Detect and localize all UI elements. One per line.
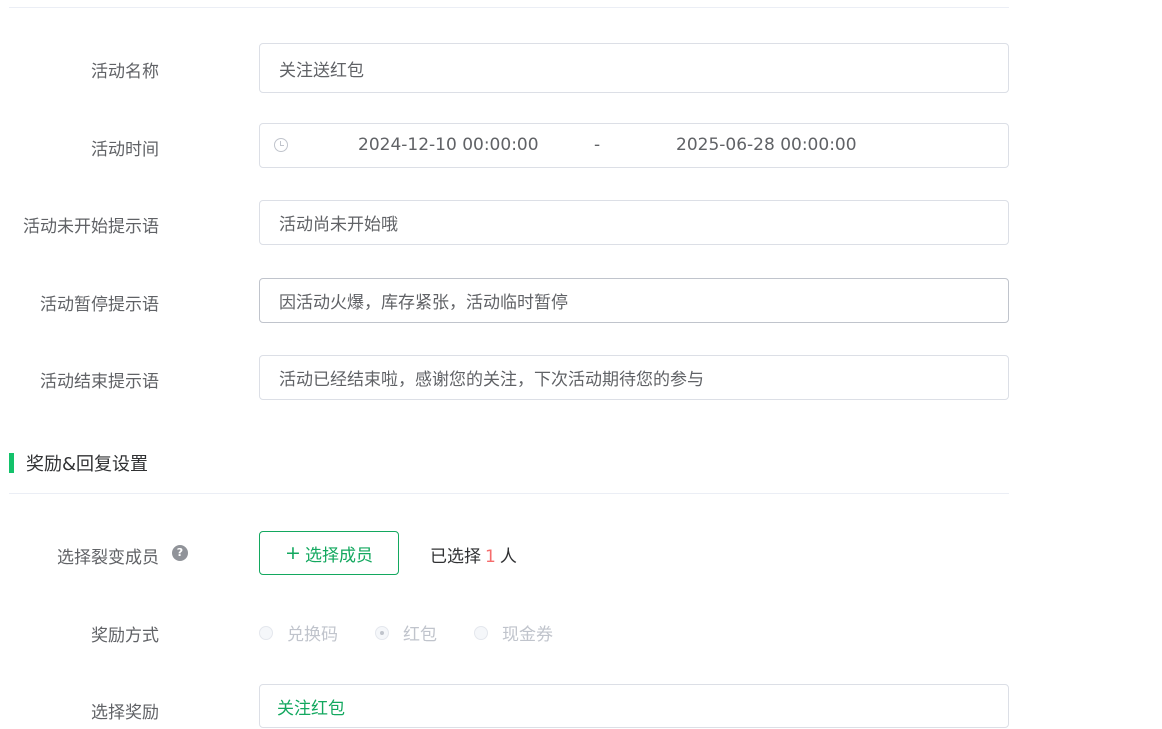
selected-prefix: 已选择	[430, 547, 481, 567]
not-started-tip-label: 活动未开始提示语	[23, 217, 159, 237]
date-separator: -	[594, 135, 601, 155]
select-reward-value: 关注红包	[277, 698, 345, 719]
ended-tip-label: 活动结束提示语	[40, 372, 159, 392]
radio-red-packet-label: 红包	[403, 625, 437, 645]
radio-exchange-code-label: 兑换码	[287, 625, 338, 645]
reward-method-radio-group: 兑换码 红包 现金券	[259, 620, 553, 645]
reward-method-label: 奖励方式	[91, 626, 159, 646]
radio-red-packet-circle[interactable]	[375, 625, 389, 640]
select-member-label: 选择裂变成员	[57, 548, 159, 568]
activity-time-range-picker[interactable]: 2024-12-10 00:00:00 - 2025-06-28 00:00:0…	[259, 123, 1009, 168]
clock-icon	[274, 138, 288, 152]
paused-tip-value: 因活动火爆，库存紧张，活动临时暂停	[279, 293, 568, 313]
select-member-button[interactable]: + 选择成员	[259, 531, 399, 575]
selected-count: 1	[485, 547, 496, 567]
section-accent-bar	[9, 453, 14, 473]
radio-exchange-code-circle[interactable]	[259, 625, 273, 640]
ended-tip-input[interactable]: 活动已经结束啦，感谢您的关注，下次活动期待您的参与	[259, 355, 1009, 400]
help-icon[interactable]: ?	[172, 545, 188, 561]
activity-name-value: 关注送红包	[279, 60, 364, 81]
section-title-text: 奖励&回复设置	[26, 454, 149, 475]
radio-cash-coupon-circle[interactable]	[474, 625, 488, 640]
radio-red-packet[interactable]: 红包	[375, 620, 437, 645]
end-date[interactable]: 2025-06-28 00:00:00	[676, 135, 857, 155]
select-member-button-label: 选择成员	[304, 545, 373, 566]
selected-suffix: 人	[499, 547, 517, 567]
reward-section-title: 奖励&回复设置	[9, 451, 148, 475]
select-reward-input[interactable]: 关注红包	[259, 684, 1009, 728]
plus-icon: +	[285, 541, 301, 564]
section-divider	[9, 493, 1009, 494]
select-reward-label: 选择奖励	[91, 703, 159, 723]
paused-tip-label: 活动暂停提示语	[40, 295, 159, 315]
top-divider	[9, 7, 1009, 8]
radio-exchange-code[interactable]: 兑换码	[259, 620, 338, 645]
activity-name-label: 活动名称	[91, 62, 159, 82]
start-date[interactable]: 2024-12-10 00:00:00	[358, 135, 539, 155]
not-started-tip-input[interactable]: 活动尚未开始哦	[259, 200, 1009, 245]
selected-member-info: 已选择 1 人	[430, 542, 517, 567]
ended-tip-value: 活动已经结束啦，感谢您的关注，下次活动期待您的参与	[279, 370, 704, 390]
activity-name-input[interactable]: 关注送红包	[259, 43, 1009, 93]
not-started-tip-value: 活动尚未开始哦	[279, 215, 398, 235]
paused-tip-input[interactable]: 因活动火爆，库存紧张，活动临时暂停	[259, 278, 1009, 323]
radio-cash-coupon-label: 现金券	[502, 625, 553, 645]
radio-cash-coupon[interactable]: 现金券	[474, 620, 553, 645]
activity-time-label: 活动时间	[91, 140, 159, 160]
